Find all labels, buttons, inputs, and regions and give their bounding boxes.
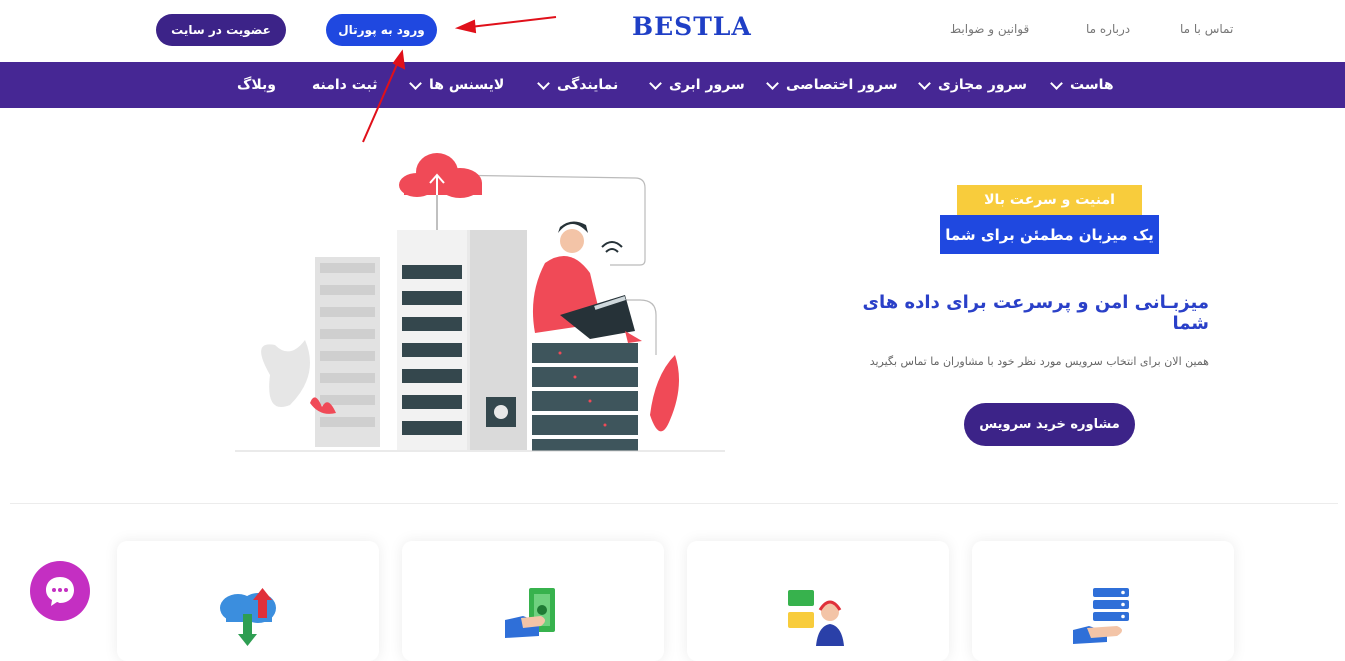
cloud-upload-icon — [399, 153, 482, 230]
nav-item-cloud[interactable]: سرور ابری — [649, 62, 745, 108]
terms-link[interactable]: قوانین و ضوابط — [950, 22, 1029, 36]
chevron-down-icon — [537, 76, 550, 90]
main-navigation: هاست سرور مجازی سرور اختصاصی سرور ابری ن… — [0, 62, 1345, 108]
nav-item-vps[interactable]: سرور مجازی — [918, 62, 1027, 108]
hero-subtitle: همین الان برای انتخاب سرویس مورد نظر خود… — [869, 355, 1209, 368]
top-header: عضویت در سایت ورود به پورتال BESTLA قوان… — [0, 0, 1345, 62]
nav-item-hosting[interactable]: هاست — [1050, 62, 1114, 108]
server-illustration — [235, 153, 725, 452]
nav-item-domain[interactable]: ثبت دامنه — [312, 62, 378, 108]
section-divider — [10, 503, 1338, 504]
chat-bubble-icon — [46, 577, 74, 606]
hero-badge-host: یک میزبان مطمئن برای شما — [940, 215, 1159, 254]
feature-card-2[interactable] — [402, 541, 664, 661]
chevron-down-icon — [409, 76, 422, 90]
nav-item-licenses[interactable]: لایسنس ها — [409, 62, 504, 108]
site-logo[interactable]: BESTLA — [632, 12, 752, 41]
hero-title: میزبـانی امن و پرسرعت برای داده های شما — [862, 292, 1209, 334]
server-hand-icon — [1073, 588, 1129, 644]
portal-login-button[interactable]: ورود به پورتال — [326, 14, 437, 46]
nav-item-reseller[interactable]: نمایندگی — [537, 62, 618, 108]
nav-item-dedicated[interactable]: سرور اختصاصی — [766, 62, 897, 108]
support-agent-icon — [788, 590, 844, 646]
chevron-down-icon — [1050, 76, 1063, 90]
leaf-decoration-right — [650, 355, 679, 432]
feature-card-3[interactable] — [687, 541, 949, 661]
consult-button[interactable]: مشاوره خرید سرویس — [964, 403, 1135, 446]
about-link[interactable]: درباره ما — [1086, 22, 1130, 36]
nav-item-blog[interactable]: وبلاگ — [237, 62, 276, 108]
cloud-transfer-icon — [220, 588, 276, 646]
chat-widget-button[interactable] — [30, 561, 90, 621]
contact-link[interactable]: تماس با ما — [1180, 22, 1233, 36]
chevron-down-icon — [766, 76, 779, 90]
wifi-icon — [601, 241, 623, 253]
feature-card-4[interactable] — [972, 541, 1234, 661]
hero-badge-security: امنیت و سرعت بالا — [957, 185, 1142, 215]
chevron-down-icon — [918, 76, 931, 90]
chevron-down-icon — [649, 76, 662, 90]
feature-card-1[interactable] — [117, 541, 379, 661]
register-button[interactable]: عضویت در سایت — [156, 14, 286, 46]
person-figure — [532, 221, 642, 343]
cash-hand-icon — [505, 588, 555, 638]
